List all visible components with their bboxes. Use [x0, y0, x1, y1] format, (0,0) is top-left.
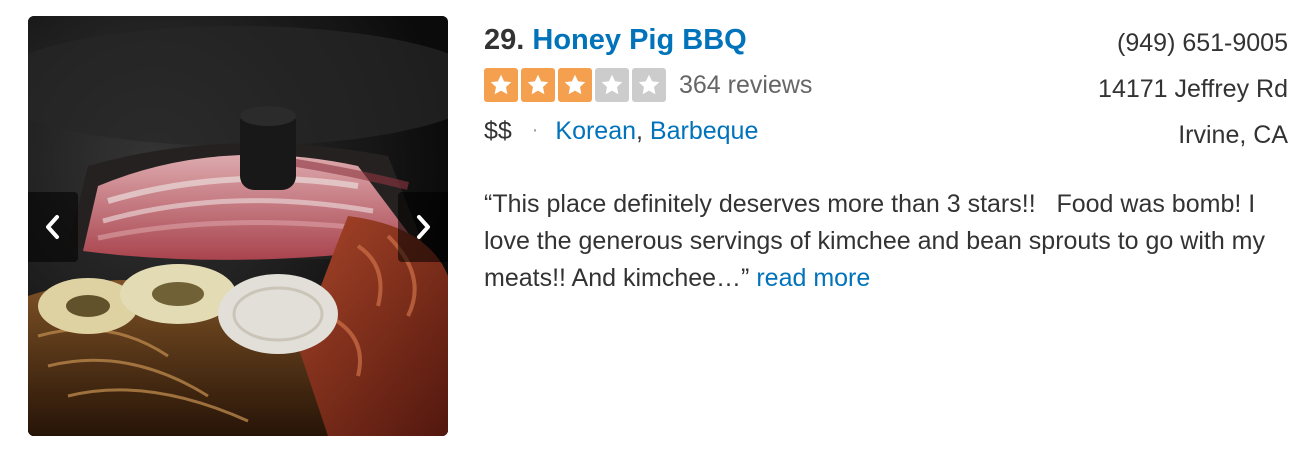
star-rating	[484, 68, 666, 102]
star-filled-icon	[558, 68, 592, 102]
address-city: Irvine, CA	[1178, 121, 1288, 149]
business-photo[interactable]	[28, 16, 448, 436]
photo-prev-button[interactable]	[28, 192, 78, 262]
bbq-food-image	[28, 16, 448, 436]
rating-row: 364 reviews	[484, 68, 812, 102]
price-category-row: $$ · Korean, Barbeque	[484, 112, 758, 152]
separator-dot: ·	[531, 119, 539, 141]
address-street: 14171 Jeffrey Rd	[1098, 75, 1288, 103]
review-snippet-text: “This place definitely deserves more tha…	[484, 190, 1272, 292]
chevron-left-icon	[46, 215, 59, 239]
photo-next-button[interactable]	[398, 192, 448, 262]
read-more-link[interactable]: read more	[756, 264, 870, 292]
star-filled-icon	[484, 68, 518, 102]
business-title: 29. Honey Pig BBQ	[484, 20, 747, 60]
price-range: $$	[484, 117, 512, 145]
star-filled-icon	[521, 68, 555, 102]
chevron-right-icon	[417, 215, 430, 239]
business-name-link[interactable]: Honey Pig BBQ	[532, 24, 746, 56]
contact-info: (949) 651-9005 14171 Jeffrey Rd Irvine, …	[1098, 20, 1288, 158]
review-count: 364 reviews	[679, 70, 813, 99]
business-info: 29. Honey Pig BBQ 364 reviews $$ · Korea…	[484, 20, 812, 145]
category-comma: ,	[636, 117, 643, 145]
business-rank: 29.	[484, 24, 525, 56]
category-link-korean[interactable]: Korean	[555, 117, 636, 145]
star-empty-icon	[632, 68, 666, 102]
star-empty-icon	[595, 68, 629, 102]
phone-number: (949) 651-9005	[1117, 29, 1288, 57]
category-link-barbeque[interactable]: Barbeque	[650, 117, 758, 145]
review-snippet: “This place definitely deserves more tha…	[484, 186, 1284, 297]
